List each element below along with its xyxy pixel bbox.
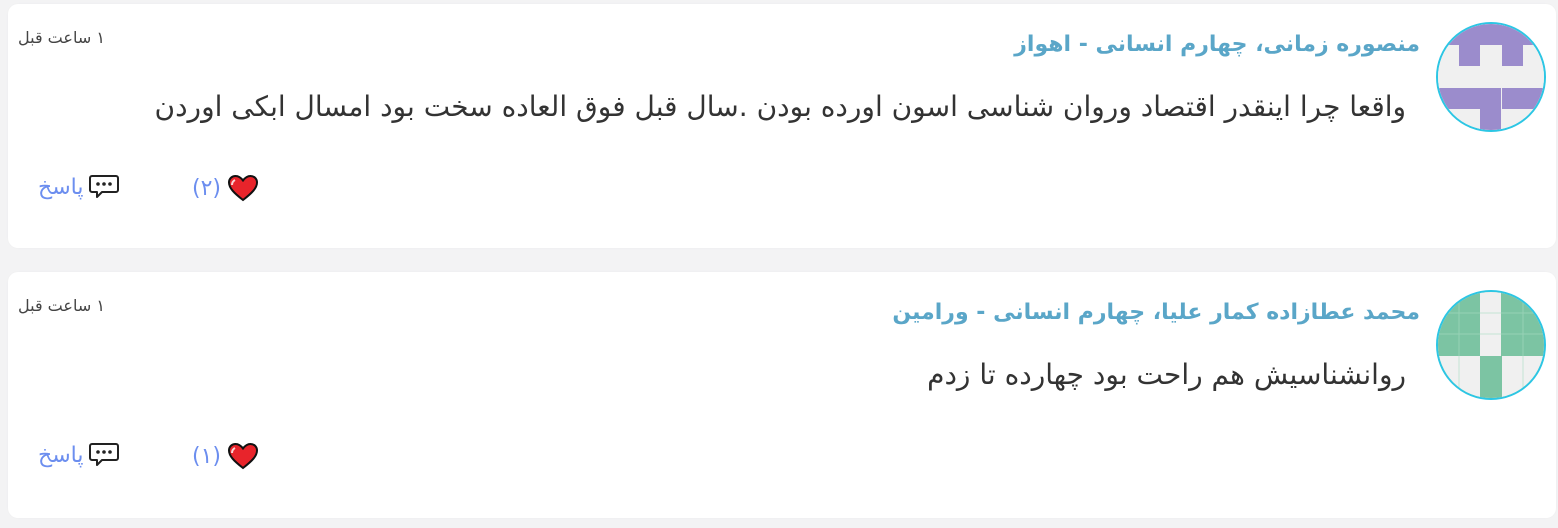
comment-text: واقعا چرا اینقدر اقتصاد وروان شناسی اسون… [154, 90, 1406, 123]
comment-card: منصوره زمانی، چهارم انسانی - اهواز ۱ ساع… [8, 4, 1556, 248]
comment-icon [89, 442, 120, 468]
like-count: (۱) [192, 443, 221, 469]
reply-label: پاسخ [38, 174, 84, 200]
avatar[interactable] [1436, 22, 1546, 132]
avatar[interactable] [1436, 290, 1546, 400]
comment-time: ۱ ساعت قبل [18, 28, 105, 47]
author-name[interactable]: منصوره زمانی، چهارم انسانی - اهواز [1014, 32, 1420, 57]
heart-icon [227, 174, 259, 202]
comment-time: ۱ ساعت قبل [18, 296, 105, 315]
like-button[interactable]: (۲) [192, 174, 259, 202]
identicon [1438, 24, 1544, 130]
comment-icon [89, 174, 120, 200]
heart-icon [227, 442, 259, 470]
reply-button[interactable]: پاسخ [38, 174, 120, 200]
comment-text: روانشناسیش هم راحت بود چهارده تا زدم [927, 358, 1406, 391]
like-button[interactable]: (۱) [192, 442, 259, 470]
comment-actions: پاسخ (۲) [38, 174, 288, 204]
like-count: (۲) [192, 175, 221, 201]
identicon [1438, 292, 1544, 398]
author-name[interactable]: محمد عطازاده کمار علیا، چهارم انسانی - و… [892, 300, 1420, 325]
comment-card: محمد عطازاده کمار علیا، چهارم انسانی - و… [8, 272, 1556, 518]
reply-label: پاسخ [38, 442, 84, 468]
comment-actions: پاسخ (۱) [38, 442, 288, 472]
reply-button[interactable]: پاسخ [38, 442, 120, 468]
